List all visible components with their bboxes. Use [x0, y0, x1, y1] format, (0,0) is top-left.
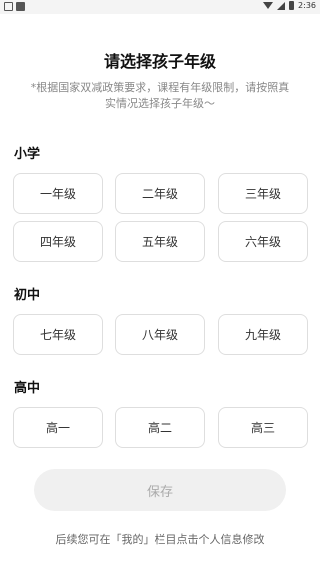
wifi-icon [263, 2, 274, 9]
grade-button-2[interactable]: 二年级 [115, 173, 205, 214]
signal-icon [277, 1, 286, 10]
notification-icons [4, 2, 25, 11]
battery-icon [289, 1, 295, 10]
grade-button-senior-3[interactable]: 高三 [218, 407, 308, 448]
section-label-junior: 初中 [14, 288, 41, 303]
grade-button-6[interactable]: 六年级 [218, 221, 308, 262]
grade-button-senior-2[interactable]: 高二 [115, 407, 205, 448]
status-time: 2:36 [298, 1, 316, 10]
grade-button-7[interactable]: 七年级 [13, 314, 103, 355]
status-icons: 2:36 [263, 1, 316, 10]
grade-button-8[interactable]: 八年级 [115, 314, 205, 355]
footer-tip: 后续您可在「我的」栏目点击个人信息修改 [55, 533, 265, 546]
grade-button-9[interactable]: 九年级 [218, 314, 308, 355]
save-button[interactable]: 保存 [34, 469, 286, 511]
page-title: 请选择孩子年级 [103, 52, 216, 71]
section-label-senior: 高中 [14, 381, 41, 396]
app-notification-icon [16, 2, 25, 11]
status-bar: 2:36 [0, 0, 320, 14]
page-subtitle: *根据国家双减政策要求，课程有年级限制，请按照真实情况选择孩子年级～ [30, 81, 290, 110]
grade-button-3[interactable]: 三年级 [218, 173, 308, 214]
grade-button-4[interactable]: 四年级 [13, 221, 103, 262]
grade-button-5[interactable]: 五年级 [115, 221, 205, 262]
section-label-primary: 小学 [14, 147, 41, 162]
grade-button-senior-1[interactable]: 高一 [13, 407, 103, 448]
notification-icon [4, 2, 13, 11]
grade-button-1[interactable]: 一年级 [13, 173, 103, 214]
